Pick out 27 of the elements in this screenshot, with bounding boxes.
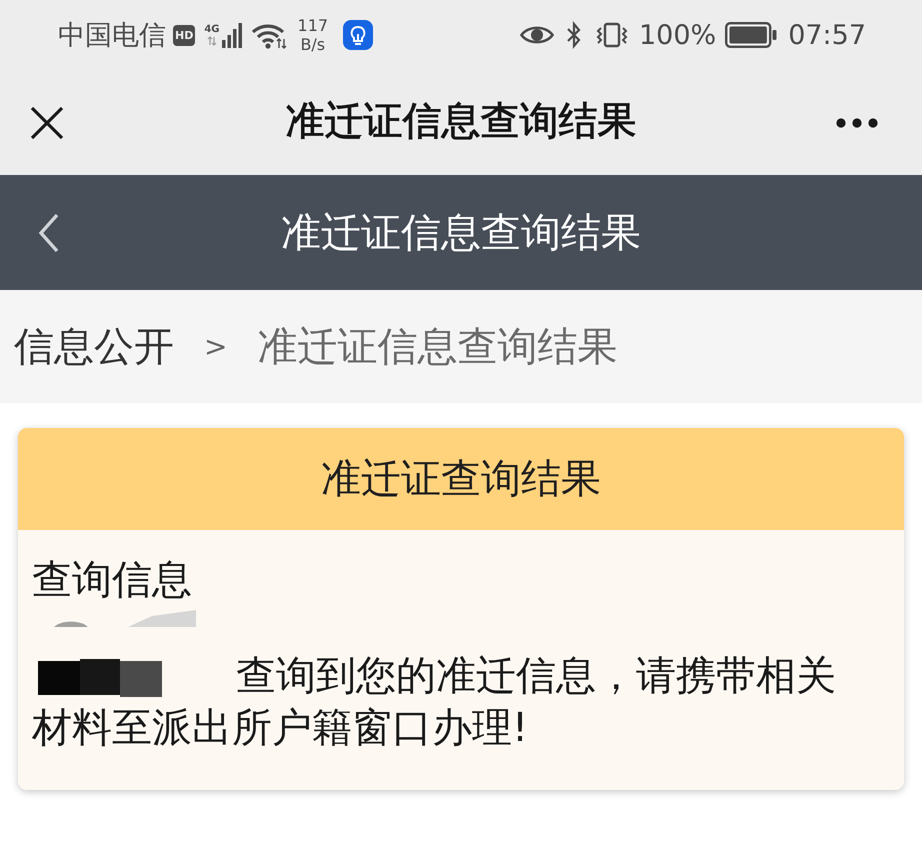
carrier-name: 中国电信 xyxy=(58,22,166,48)
breadcrumb-link[interactable]: 信息公开 xyxy=(14,322,174,370)
section-label: 查询信息 xyxy=(32,556,192,605)
clock-time: 07:57 xyxy=(788,22,866,48)
close-button[interactable] xyxy=(30,106,64,140)
network-type-label: 4G xyxy=(204,24,220,34)
breadcrumb-separator: > xyxy=(204,332,228,360)
network-speed-unit: B/s xyxy=(300,35,326,54)
more-icon xyxy=(836,118,878,128)
signal-bars-icon xyxy=(222,22,242,48)
result-message: 查询到您的准迁信息，请携带相关材料至派出所户籍窗口办理! xyxy=(32,653,836,751)
battery-percent: 100% xyxy=(638,22,716,48)
nav-title: 准迁证信息查询结果 xyxy=(286,99,636,146)
data-arrows-icon xyxy=(206,36,217,46)
eye-icon xyxy=(520,24,554,46)
more-button[interactable] xyxy=(836,118,878,128)
network-speed-value: 117 xyxy=(298,16,328,35)
breadcrumb-current-page: 准迁证信息查询结果 xyxy=(257,322,618,370)
card-title: 准迁证查询结果 xyxy=(321,455,601,503)
back-icon xyxy=(38,212,60,252)
battery-icon xyxy=(725,22,778,48)
close-icon xyxy=(30,106,64,140)
bluetooth-icon xyxy=(566,21,582,49)
lightbulb-app-icon xyxy=(343,20,374,50)
back-button[interactable] xyxy=(38,212,60,252)
page-header-title: 准迁证信息查询结果 xyxy=(281,208,641,256)
hd-badge: HD xyxy=(173,24,196,46)
